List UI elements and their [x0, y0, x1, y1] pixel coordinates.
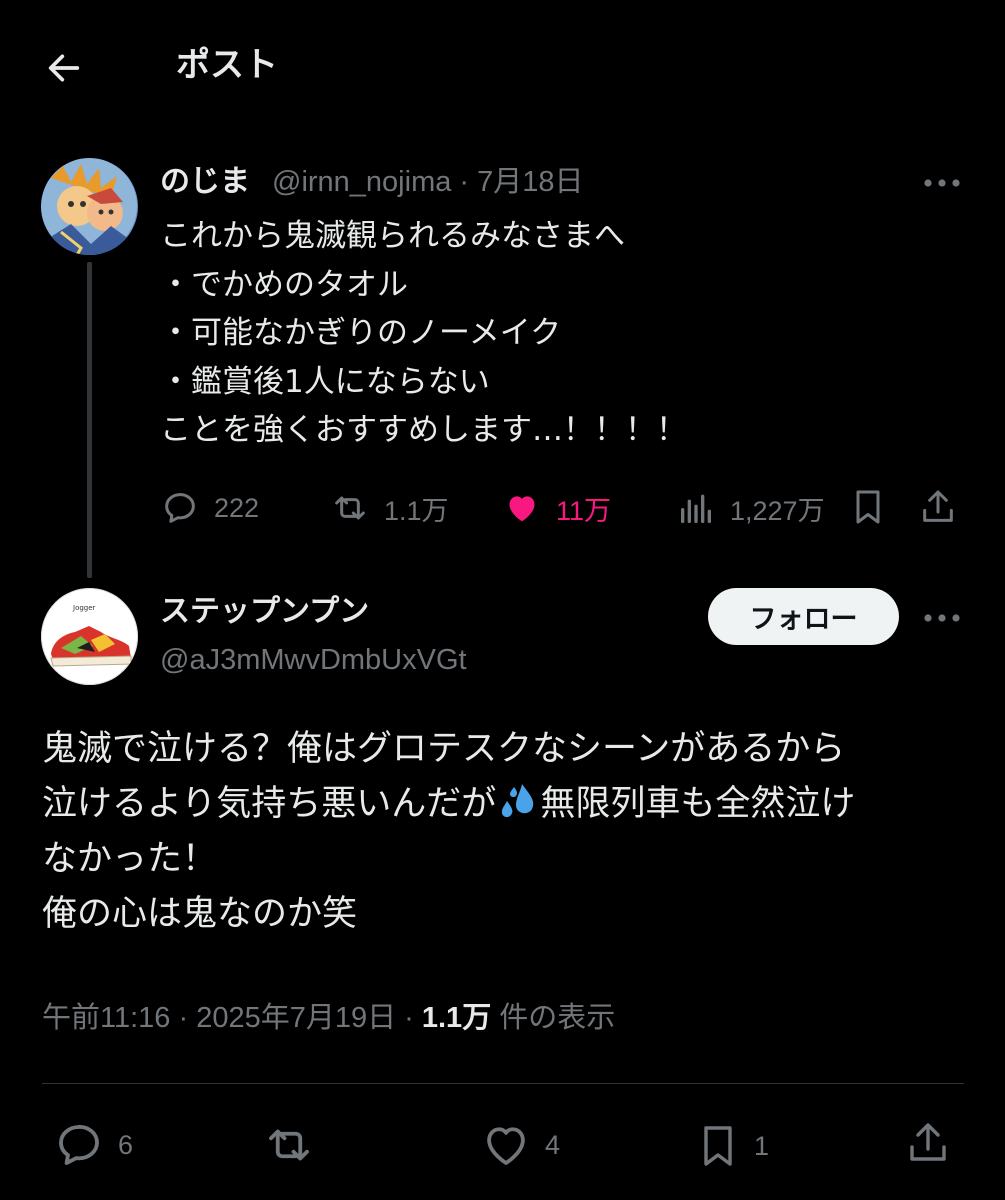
bookmark-button[interactable]: [848, 486, 888, 528]
views-suffix: 件の表示: [491, 1002, 616, 1034]
avatar-label: Jogger: [72, 604, 96, 612]
page-title: ポスト: [176, 45, 278, 85]
reply-icon: [59, 1124, 99, 1165]
divider: [42, 1083, 964, 1084]
sweat-droplets-emoji: [502, 784, 534, 818]
share-icon: [910, 1123, 946, 1161]
timestamp[interactable]: 午前11:16 · 2025年7月19日 ·: [42, 1002, 422, 1034]
avatar[interactable]: [41, 158, 138, 255]
reply-count: 6: [118, 1129, 134, 1160]
like-count: 4: [545, 1129, 561, 1160]
more-horizontal-icon: [924, 179, 960, 187]
retweet-button[interactable]: [262, 1118, 328, 1172]
tweet-text-line: 俺の心は鬼なのか笑: [42, 894, 358, 934]
tweet-text-line: 鬼滅で泣ける？俺はグロテスクなシーンがあるから: [42, 729, 846, 769]
like-button[interactable]: 11万: [502, 488, 611, 528]
author-name[interactable]: ステップンプン: [160, 592, 369, 632]
like-count: 11万: [556, 495, 612, 526]
sneaker-avatar-illustration: Jogger: [41, 588, 138, 685]
avatar-illustration: [41, 158, 138, 255]
bookmark-icon: [856, 490, 880, 524]
reply-icon: [165, 493, 195, 523]
view-count: 1,227万: [730, 495, 825, 526]
back-button[interactable]: [40, 44, 88, 92]
tweet-text-line: 泣けるより気持ち悪いんだが 無限列車も全然泣け: [42, 777, 972, 832]
view-count: 1.1万: [421, 1002, 492, 1034]
tweet-timestamp-views: 午前11:16 · 2025年7月19日 · 1.1万 件の表示: [42, 998, 615, 1038]
author-handle[interactable]: @aJ3mMwvDmbUxVGt: [160, 640, 467, 680]
avatar[interactable]: Jogger: [41, 588, 138, 685]
retweet-count: 1.1万: [384, 495, 449, 526]
analytics-icon: [681, 494, 711, 523]
author-name[interactable]: のじま: [160, 162, 250, 202]
tweet-text-segment: 無限列車も全然泣け: [540, 784, 856, 824]
retweet-icon: [335, 496, 365, 520]
bookmark-icon: [704, 1126, 732, 1166]
more-horizontal-icon: [924, 614, 960, 622]
author-handle-date[interactable]: @irnn_nojima · 7月18日: [272, 162, 584, 202]
arrow-left-icon: [48, 54, 80, 82]
heart-icon: [487, 1127, 525, 1165]
tweet-text-segment: 泣けるより気持ち悪いんだが: [42, 784, 497, 824]
retweet-button[interactable]: 1.1万: [330, 488, 449, 528]
views-button[interactable]: 1,227万: [676, 488, 825, 528]
share-icon: [923, 490, 953, 522]
more-options-button[interactable]: [918, 603, 966, 633]
heart-filled-icon: [509, 496, 535, 522]
bookmark-button[interactable]: 1: [694, 1118, 769, 1174]
reply-count: 222: [214, 492, 260, 523]
thread-line: [87, 262, 92, 578]
bookmark-count: 1: [754, 1130, 770, 1161]
share-button[interactable]: [918, 486, 958, 528]
share-button[interactable]: [904, 1116, 952, 1170]
tweet-text-line: なかった！: [42, 839, 218, 879]
more-options-button[interactable]: [918, 168, 966, 198]
follow-button[interactable]: フォロー: [708, 588, 899, 645]
reply-button[interactable]: 6: [52, 1118, 133, 1172]
tweet-body: 鬼滅で泣ける？俺はグロテスクなシーンがあるから 泣けるより気持ち悪いんだが 無限列…: [42, 722, 972, 942]
like-button[interactable]: 4: [479, 1118, 560, 1172]
reply-button[interactable]: 222: [160, 488, 259, 528]
retweet-icon: [269, 1129, 309, 1161]
tweet-text: これから鬼滅観られるみなさまへ ・でかめのタオル ・可能なかぎりのノーメイク ・…: [160, 218, 687, 448]
